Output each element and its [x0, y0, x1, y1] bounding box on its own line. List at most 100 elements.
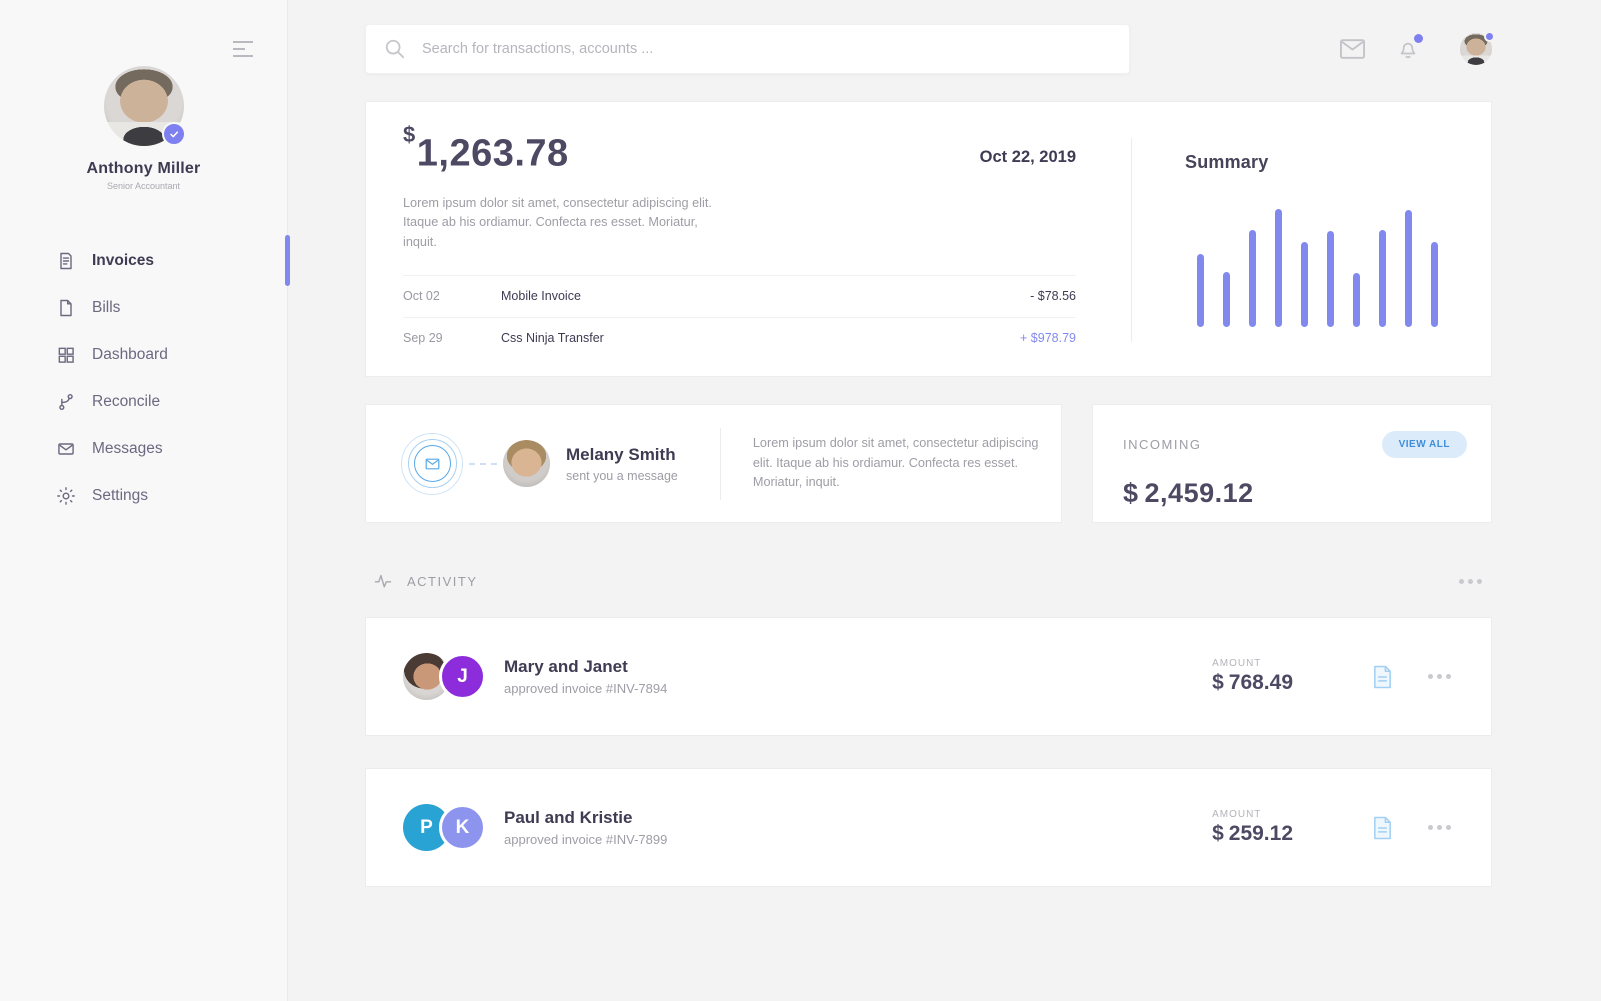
sidebar-item-invoices[interactable]: Invoices	[0, 237, 287, 284]
topbar-avatar-button[interactable]	[1460, 33, 1492, 65]
incoming-card: INCOMING VIEW ALL $2,459.12	[1092, 404, 1492, 523]
active-indicator	[285, 235, 290, 286]
search-bar[interactable]	[365, 24, 1130, 74]
mail-button[interactable]	[1339, 38, 1366, 60]
invoice-document-button[interactable]	[1371, 815, 1394, 841]
sidebar-item-messages[interactable]: Messages	[0, 425, 287, 472]
sidebar-item-label: Invoices	[92, 252, 154, 270]
summary-bar	[1431, 242, 1438, 327]
user-role: Senior Accountant	[0, 181, 287, 191]
summary-bar	[1275, 209, 1282, 327]
sidebar-item-dashboard[interactable]: Dashboard	[0, 331, 287, 378]
message-ripple-icon	[401, 433, 463, 495]
summary-bar-chart	[1197, 209, 1491, 327]
document-icon	[1371, 815, 1394, 841]
hamburger-icon	[231, 40, 255, 58]
sidebar-item-label: Reconcile	[92, 393, 160, 411]
balance-section: $1,263.78 Oct 22, 2019 Lorem ipsum dolor…	[366, 102, 1131, 376]
transaction-row[interactable]: Oct 02 Mobile Invoice - $78.56	[403, 275, 1076, 317]
member-initial-badge: K	[439, 804, 486, 851]
transaction-label: Css Ninja Transfer	[501, 331, 1020, 345]
dashed-connector	[469, 463, 497, 465]
invoice-document-button[interactable]	[1371, 664, 1394, 690]
activity-header: ACTIVITY	[365, 571, 1492, 591]
topbar	[365, 24, 1492, 74]
activity-name: Mary and Janet	[504, 657, 667, 677]
balance-amount: $1,263.78	[403, 132, 569, 176]
summary-bar	[1405, 210, 1412, 327]
mail-icon	[1339, 38, 1366, 60]
invoice-icon	[56, 251, 76, 271]
balance-date: Oct 22, 2019	[980, 148, 1076, 167]
topbar-icons	[1339, 33, 1492, 65]
sender-avatar	[503, 440, 550, 487]
bill-icon	[56, 298, 76, 318]
sidebar-item-bills[interactable]: Bills	[0, 284, 287, 331]
amount-block: AMOUNT $259.12	[1212, 809, 1293, 846]
balance-description: Lorem ipsum dolor sit amet, consectetur …	[403, 194, 733, 253]
activity-item-more-button[interactable]	[1428, 825, 1451, 830]
view-all-button[interactable]: VIEW ALL	[1382, 431, 1467, 458]
transaction-row[interactable]: Sep 29 Css Ninja Transfer + $978.79	[403, 317, 1076, 359]
summary-title: Summary	[1185, 152, 1491, 173]
currency-symbol: $	[403, 122, 416, 147]
summary-bar	[1379, 230, 1386, 327]
message-body: Lorem ipsum dolor sit amet, consectetur …	[753, 434, 1058, 493]
notifications-button[interactable]	[1396, 37, 1420, 61]
transaction-label: Mobile Invoice	[501, 289, 1030, 303]
activity-more-button[interactable]	[1459, 579, 1482, 584]
balance-card: $1,263.78 Oct 22, 2019 Lorem ipsum dolor…	[365, 101, 1492, 377]
vertical-divider	[720, 428, 721, 500]
search-input[interactable]	[422, 41, 1129, 57]
summary-bar	[1301, 242, 1308, 327]
message-subtitle: sent you a message	[566, 469, 678, 483]
dashboard-icon	[56, 345, 76, 365]
app-window: Anthony Miller Senior Accountant Invoice…	[0, 0, 1601, 1001]
incoming-amount: $2,459.12	[1123, 478, 1467, 509]
transaction-amount: - $78.56	[1030, 289, 1076, 303]
sidebar: Anthony Miller Senior Accountant Invoice…	[0, 0, 288, 1001]
sidebar-item-label: Bills	[92, 299, 120, 317]
summary-bar	[1327, 231, 1334, 327]
user-profile: Anthony Miller Senior Accountant	[0, 0, 287, 191]
sidebar-nav: Invoices Bills Dashboard Reconcile	[0, 237, 287, 519]
sidebar-item-reconcile[interactable]: Reconcile	[0, 378, 287, 425]
document-icon	[1371, 664, 1394, 690]
cards-row: Melany Smith sent you a message Lorem ip…	[365, 404, 1492, 523]
transaction-date: Sep 29	[403, 331, 501, 345]
sidebar-item-label: Settings	[92, 487, 148, 505]
activity-avatars: P K	[403, 804, 486, 851]
transaction-date: Oct 02	[403, 289, 501, 303]
activity-title: ACTIVITY	[407, 574, 478, 589]
reconcile-icon	[56, 392, 76, 412]
activity-item-more-button[interactable]	[1428, 674, 1451, 679]
activity-avatars: J	[403, 653, 486, 700]
amount-block: AMOUNT $768.49	[1212, 658, 1293, 695]
activity-item[interactable]: P K Paul and Kristie approved invoice #I…	[365, 768, 1492, 887]
messages-icon	[56, 439, 76, 459]
message-notification-card[interactable]: Melany Smith sent you a message Lorem ip…	[365, 404, 1062, 523]
envelope-icon	[425, 458, 440, 470]
incoming-label: INCOMING	[1123, 437, 1201, 452]
activity-name: Paul and Kristie	[504, 808, 667, 828]
sender-name: Melany Smith	[566, 445, 678, 465]
member-initial-badge: J	[439, 653, 486, 700]
user-name: Anthony Miller	[0, 160, 287, 178]
activity-pulse-icon	[373, 571, 393, 591]
avatar-status-dot	[1484, 31, 1495, 42]
activity-item[interactable]: J Mary and Janet approved invoice #INV-7…	[365, 617, 1492, 736]
activity-subtitle: approved invoice #INV-7899	[504, 832, 667, 847]
amount-label: AMOUNT	[1212, 809, 1293, 820]
transaction-amount: + $978.79	[1020, 331, 1076, 345]
settings-icon	[56, 486, 76, 506]
sidebar-item-label: Messages	[92, 440, 163, 458]
verified-badge-icon	[162, 122, 186, 146]
activity-subtitle: approved invoice #INV-7894	[504, 681, 667, 696]
summary-bar	[1223, 272, 1230, 327]
sidebar-item-settings[interactable]: Settings	[0, 472, 287, 519]
summary-bar	[1197, 254, 1204, 327]
amount-label: AMOUNT	[1212, 658, 1293, 669]
menu-toggle-button[interactable]	[231, 40, 255, 63]
summary-bar	[1249, 230, 1256, 327]
sidebar-item-label: Dashboard	[92, 346, 168, 364]
